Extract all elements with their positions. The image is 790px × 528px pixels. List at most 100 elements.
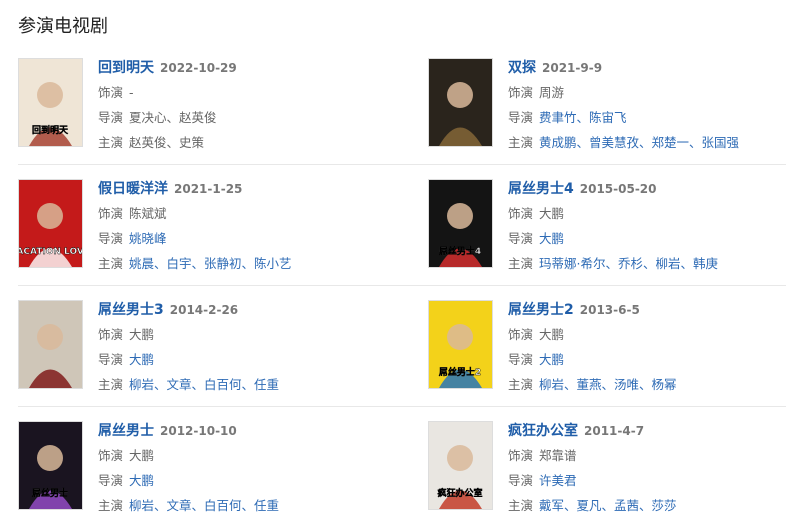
- director-value[interactable]: 大鹏: [539, 231, 564, 246]
- show-info: 屌丝男士 2012-10-10 饰演 大鹏 导演 大鹏 主演 柳岩、文章、白百何、任重: [98, 421, 388, 517]
- show-info: 疯狂办公室 2011-4-7 饰演 郑靠谱 导演 许美君 主演 戴军、夏凡、孟茜、莎莎: [508, 421, 790, 517]
- role-line: 饰演 大鹏: [508, 202, 790, 225]
- director-value[interactable]: 许美君: [539, 473, 577, 488]
- poster-image: [19, 301, 82, 388]
- show-title-link[interactable]: 假日暖洋洋: [98, 181, 168, 197]
- show-card: 屌丝男士2 屌丝男士2 2013-6-5 饰演 大鹏 导演 大鹏 主演 柳岩、董燕、汤唯、杨幂: [428, 300, 790, 392]
- title-line: 屌丝男士 2012-10-10: [98, 421, 388, 441]
- role-value: 大鹏: [539, 327, 565, 342]
- show-card: 屌丝男士3 2014-2-26 饰演 大鹏 导演 大鹏 主演 柳岩、文章、白百何、任重: [18, 300, 388, 392]
- cast-value: 赵英俊、史策: [129, 135, 205, 150]
- cast-label: 主演: [98, 135, 124, 150]
- poster-image: 屌丝男士2: [429, 301, 492, 388]
- cast-label: 主演: [508, 256, 534, 271]
- role-value: 大鹏: [129, 327, 155, 342]
- cast-value[interactable]: 玛蒂娜·希尔、乔杉、柳岩、韩庚: [539, 256, 718, 271]
- show-date: 2011-4-7: [584, 424, 645, 438]
- show-title-link[interactable]: 屌丝男士3: [98, 302, 164, 318]
- show-poster[interactable]: 回到明天: [18, 58, 83, 147]
- show-info: 回到明天 2022-10-29 饰演 - 导演 夏决心、赵英俊 主演 赵英俊、史策: [98, 58, 388, 154]
- cast-label: 主演: [508, 377, 534, 392]
- show-card: 疯狂办公室 疯狂办公室 2011-4-7 饰演 郑靠谱 导演 许美君 主演 戴军、夏凡、孟茜、莎…: [428, 421, 790, 513]
- show-grid: 回到明天 回到明天 2022-10-29 饰演 - 导演 夏决心、赵英俊 主演 赵英俊、史策 双探…: [0, 44, 790, 528]
- show-date: 2021-9-9: [542, 61, 603, 75]
- cast-label: 主演: [508, 498, 534, 513]
- role-line: 饰演 大鹏: [508, 323, 790, 346]
- title-line: 屌丝男士3 2014-2-26: [98, 300, 388, 320]
- poster-image: 回到明天: [19, 59, 82, 146]
- show-date: 2014-2-26: [169, 303, 239, 317]
- role-value: 大鹏: [539, 206, 565, 221]
- role-value: 陈斌斌: [129, 206, 167, 221]
- show-date: 2013-6-5: [579, 303, 640, 317]
- show-poster[interactable]: 屌丝男士: [18, 421, 83, 510]
- cast-label: 主演: [98, 498, 124, 513]
- show-poster[interactable]: 屌丝男士2: [428, 300, 493, 389]
- role-label: 饰演: [508, 206, 534, 221]
- show-card: VACATION LOVE 假日暖洋洋 2021-1-25 饰演陈斌斌导演姚晓峰主演姚…: [18, 179, 388, 271]
- director-label: 导演: [508, 473, 534, 488]
- show-info: 假日暖洋洋 2021-1-25 饰演 陈斌斌 导演 姚晓峰 主演 姚晨、白宇、张静初、陈小艺: [98, 179, 388, 275]
- cast-value[interactable]: 柳岩、文章、白百何、任重: [129, 377, 279, 392]
- show-row: VACATION LOVE假日暖洋洋2021-1-25饰演陈斌斌导演姚晓峰主演姚…: [0, 164, 790, 286]
- cast-label: 主演: [98, 377, 124, 392]
- show-title-link[interactable]: 回到明天: [98, 60, 154, 76]
- role-label: 饰演: [508, 85, 534, 100]
- show-card: 回到明天 回到明天 2022-10-29 饰演 - 导演 夏决心、赵英俊主演 赵英俊、史策: [18, 58, 388, 150]
- cast-line: 主演 赵英俊、史策: [98, 131, 388, 154]
- cast-value[interactable]: 柳岩、董燕、汤唯、杨幂: [539, 377, 677, 392]
- show-title-link[interactable]: 屌丝男士: [98, 423, 154, 439]
- cast-line: 主演 姚晨、白宇、张静初、陈小艺: [98, 252, 388, 275]
- cast-value[interactable]: 黄成鹏、曾美慧孜、郑楚一、张国强: [539, 135, 739, 150]
- show-info: 屌丝男士4 2015-05-20 饰演 大鹏 导演 大鹏 主演 玛蒂娜·希尔、乔杉、柳岩、韩庚: [508, 179, 790, 275]
- director-value[interactable]: 大鹏: [129, 473, 154, 488]
- cast-line: 主演 黄成鹏、曾美慧孜、郑楚一、张国强: [508, 131, 790, 154]
- title-line: 疯狂办公室 2011-4-7: [508, 421, 790, 441]
- show-row: 屌丝男士 屌丝男士 2012-10-10 饰演 大鹏 导演 大鹏 主演 柳岩、文章、白百何、任重…: [0, 406, 790, 528]
- show-title-link[interactable]: 双探: [508, 60, 536, 76]
- poster-image: 屌丝男士4: [429, 180, 492, 267]
- show-title-link[interactable]: 疯狂办公室: [508, 423, 578, 439]
- role-label: 饰演: [98, 327, 124, 342]
- director-label: 导演: [98, 352, 124, 367]
- director-value[interactable]: 大鹏: [539, 352, 564, 367]
- show-row: 屌丝男士3 2014-2-26 饰演 大鹏 导演 大鹏 主演 柳岩、文章、白百何、任重 屌丝男士…: [0, 285, 790, 407]
- cast-line: 主演 柳岩、文章、白百何、任重: [98, 494, 388, 517]
- role-label: 饰演: [508, 327, 534, 342]
- director-line: 导演 姚晓峰: [98, 227, 388, 250]
- show-card: 双探 2021-9-9 饰演 周游 导演 费聿竹、陈宙飞 主演 黄成鹏、曾美慧孜、郑楚一、张国…: [428, 58, 790, 150]
- cast-value[interactable]: 柳岩、文章、白百何、任重: [129, 498, 279, 513]
- director-value[interactable]: 大鹏: [129, 352, 154, 367]
- poster-title-text: 屌丝男士: [32, 487, 68, 499]
- show-poster[interactable]: 屌丝男士4: [428, 179, 493, 268]
- role-line: 饰演 -: [98, 81, 388, 104]
- title-line: 屌丝男士2 2013-6-5: [508, 300, 790, 320]
- title-line: 屌丝男士4 2015-05-20: [508, 179, 790, 199]
- director-line: 导演 大鹏: [508, 227, 790, 250]
- show-title-link[interactable]: 屌丝男士2: [508, 302, 574, 318]
- title-line: 回到明天 2022-10-29: [98, 58, 388, 78]
- poster-image: [429, 59, 492, 146]
- role-label: 饰演: [98, 206, 124, 221]
- director-label: 导演: [98, 110, 124, 125]
- show-poster[interactable]: [428, 58, 493, 147]
- director-label: 导演: [98, 473, 124, 488]
- cast-value[interactable]: 戴军、夏凡、孟茜、莎莎: [539, 498, 677, 513]
- director-label: 导演: [508, 352, 534, 367]
- show-title-link[interactable]: 屌丝男士4: [508, 181, 574, 197]
- show-poster[interactable]: 疯狂办公室: [428, 421, 493, 510]
- role-label: 饰演: [508, 448, 534, 463]
- role-value: 郑靠谱: [539, 448, 577, 463]
- cast-line: 主演 柳岩、文章、白百何、任重: [98, 373, 388, 396]
- director-line: 导演 夏决心、赵英俊: [98, 106, 388, 129]
- director-value[interactable]: 姚晓峰: [129, 231, 167, 246]
- role-line: 饰演 周游: [508, 81, 790, 104]
- show-poster[interactable]: VACATION LOVE: [18, 179, 83, 268]
- director-line: 导演 许美君: [508, 469, 790, 492]
- show-poster[interactable]: [18, 300, 83, 389]
- director-label: 导演: [98, 231, 124, 246]
- director-line: 导演 大鹏: [98, 469, 388, 492]
- director-value[interactable]: 费聿竹、陈宙飞: [539, 110, 627, 125]
- cast-value[interactable]: 姚晨、白宇、张静初、陈小艺: [129, 256, 292, 271]
- show-card: 屌丝男士 屌丝男士 2012-10-10 饰演 大鹏 导演 大鹏 主演 柳岩、文章、白百何、任重: [18, 421, 388, 513]
